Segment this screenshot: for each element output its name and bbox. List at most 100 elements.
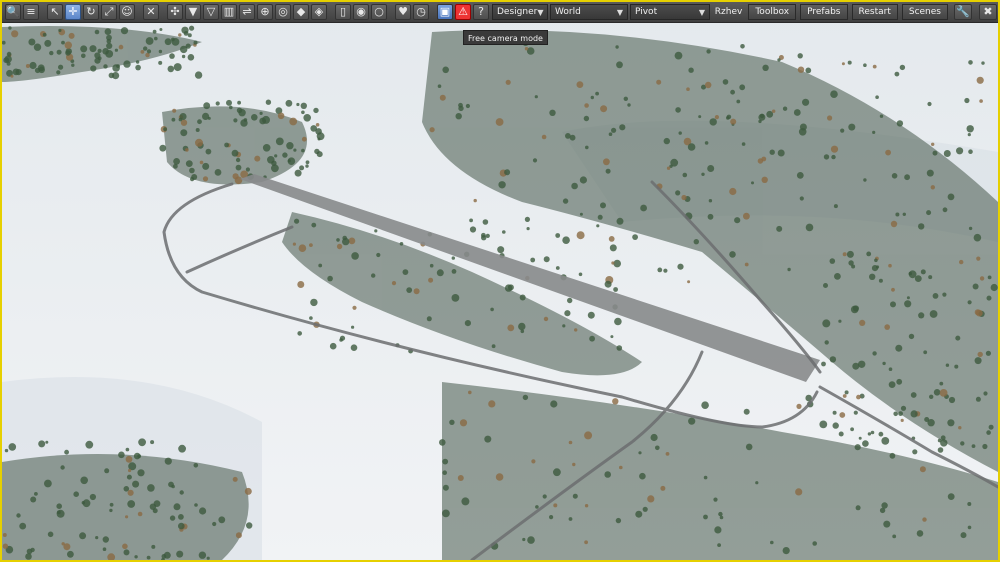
tree (106, 34, 112, 41)
eye-outline-tool-button[interactable]: ○ (371, 4, 387, 20)
smile-tool-button[interactable]: ☺ (119, 4, 135, 20)
scenes-button[interactable]: Scenes (901, 4, 948, 20)
tree (194, 71, 203, 79)
warning-tool-button[interactable]: ⚠ (455, 4, 471, 20)
compass-tool-button[interactable]: ◎ (275, 4, 291, 20)
tree (2, 533, 7, 537)
tree (928, 275, 933, 280)
tree (65, 50, 71, 56)
tree (146, 49, 152, 54)
tree (254, 155, 261, 162)
align-icon: ▥ (223, 5, 235, 18)
tree (178, 117, 183, 122)
mode-select[interactable]: Designer ▼ (492, 4, 548, 20)
tree (590, 95, 594, 100)
tree (305, 160, 310, 165)
tree (118, 451, 125, 459)
tree (890, 220, 898, 228)
tree (567, 297, 573, 304)
tooltip-text: Free camera mode (468, 34, 543, 43)
drop-down-icon: ▼ (188, 5, 198, 18)
save-tool-button[interactable]: ▣ (437, 4, 453, 20)
tree (796, 172, 804, 179)
diamond-tool-button[interactable]: ◆ (293, 4, 309, 20)
tree (635, 510, 643, 518)
tree (675, 190, 681, 196)
tree (900, 418, 904, 422)
tree (16, 513, 21, 518)
help-tool-button[interactable]: ? (473, 4, 489, 20)
tree (863, 63, 867, 67)
tree (955, 335, 961, 341)
tree (985, 350, 992, 356)
tree (327, 275, 333, 282)
menu-tool-button[interactable]: ≡ (23, 4, 39, 20)
tree (481, 232, 486, 238)
distribute-tool-button[interactable]: ⇌ (239, 4, 255, 20)
select-cursor-tool-button[interactable]: ↖ (47, 4, 63, 20)
move-tool-button[interactable]: ✛ (65, 4, 81, 20)
tree (900, 405, 907, 411)
heart-tool-button[interactable]: ♥ (395, 4, 411, 20)
tree (766, 110, 774, 118)
tree (195, 128, 200, 132)
diamond-outline-tool-button[interactable]: ◈ (311, 4, 327, 20)
tree (495, 473, 504, 481)
document-tool-button[interactable]: ▯ (335, 4, 351, 20)
tree (912, 449, 918, 455)
tree (655, 445, 660, 451)
distribute-icon: ⇌ (242, 5, 252, 18)
tree (600, 105, 608, 113)
search-tool-button[interactable]: 🔍 (5, 4, 21, 20)
restart-button[interactable]: Restart (851, 4, 898, 20)
tree (58, 28, 62, 32)
tree (81, 53, 86, 59)
tree (627, 103, 631, 107)
select-cursor-icon: ↖ (50, 5, 60, 18)
tree (610, 335, 614, 339)
tree (97, 48, 102, 54)
tree (305, 164, 309, 168)
tree (371, 273, 376, 278)
toolbox-button[interactable]: Toolbox (748, 4, 797, 20)
tree (468, 390, 472, 395)
close-tool-button[interactable]: ✕ (143, 4, 159, 20)
crosshair-tool-button[interactable]: ⊕ (257, 4, 273, 20)
tree (879, 507, 886, 514)
3d-viewport[interactable] (2, 2, 998, 560)
tree (317, 137, 321, 141)
tree (348, 237, 356, 245)
tree (805, 67, 812, 74)
scale-tool-button[interactable]: ⤢ (101, 4, 117, 20)
tree (171, 117, 176, 122)
tree (797, 66, 805, 73)
snap-tool-button[interactable]: ✣ (167, 4, 183, 20)
tree (569, 134, 576, 141)
tree (729, 251, 736, 258)
align-tool-button[interactable]: ▥ (221, 4, 237, 20)
rotate-tool-button[interactable]: ↻ (83, 4, 99, 20)
space-select[interactable]: World ▼ (550, 4, 628, 20)
tree (169, 53, 175, 59)
tree (942, 292, 947, 297)
tree (589, 335, 595, 342)
tree (830, 145, 839, 153)
tree (80, 45, 88, 53)
close-button[interactable]: ✖ (979, 4, 997, 20)
tree (650, 433, 658, 442)
pivot-select[interactable]: Pivot ▼ (630, 4, 710, 20)
tree (451, 256, 455, 260)
drop-down-tool-button[interactable]: ▼ (185, 4, 201, 20)
eye-tool-button[interactable]: ◉ (353, 4, 369, 20)
tree (106, 42, 113, 50)
drop-outline-tool-button[interactable]: ▽ (203, 4, 219, 20)
tree (232, 476, 238, 482)
prefabs-button[interactable]: Prefabs (800, 4, 848, 20)
settings-button[interactable]: 🔧 (954, 4, 972, 20)
tree (442, 484, 449, 491)
compass-icon: ◎ (278, 5, 288, 18)
clock-tool-button[interactable]: ◷ (413, 4, 429, 20)
tree (442, 509, 450, 518)
tree (874, 258, 878, 263)
rotate-icon: ↻ (86, 5, 96, 18)
